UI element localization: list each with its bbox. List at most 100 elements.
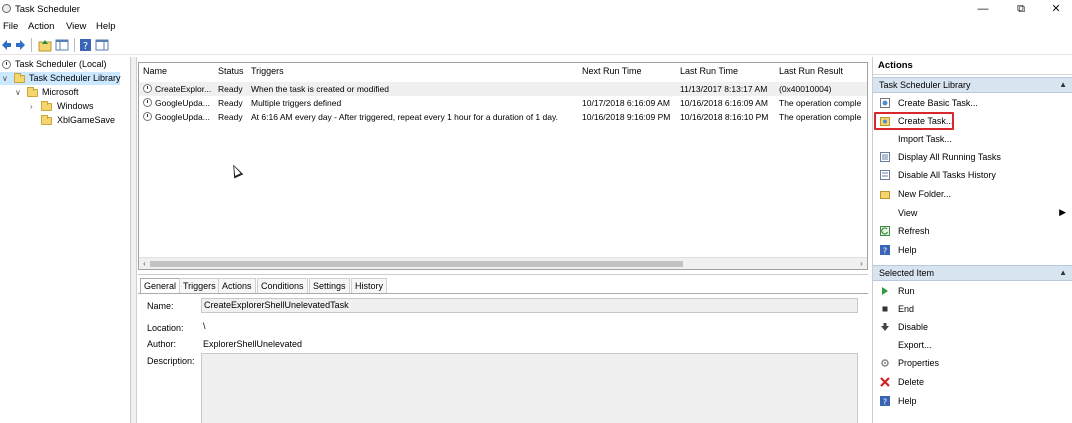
task-status-cell: Ready — [218, 112, 243, 122]
tree-item-label: Microsoft — [42, 87, 79, 97]
task-name-cell: GoogleUpda... — [155, 98, 210, 108]
action-label: Export... — [898, 340, 932, 350]
action-label: Disable — [898, 322, 929, 332]
folder-icon — [880, 191, 890, 199]
author-label: Author: — [147, 339, 177, 349]
column-header-name[interactable]: Name — [143, 66, 167, 76]
action-disable-tasks-history[interactable]: Disable All Tasks History — [873, 166, 1072, 184]
task-last-run-cell: 11/13/2017 8:13:17 AM — [680, 84, 768, 94]
column-header-last-run-result[interactable]: Last Run Result — [779, 66, 843, 76]
column-header-last-run-time[interactable]: Last Run Time — [680, 66, 738, 76]
action-create-basic-task[interactable]: Create Basic Task... — [873, 94, 1072, 112]
task-last-run-cell: 10/16/2018 8:16:10 PM — [680, 112, 769, 122]
author-value: ExplorerShellUnelevated — [203, 339, 303, 349]
help-icon: ? — [880, 245, 890, 255]
close-button[interactable]: ✕ — [1041, 2, 1071, 17]
action-label: Help — [898, 245, 917, 255]
action-label: End — [898, 304, 915, 314]
action-help[interactable]: ? Help — [873, 241, 1072, 259]
scroll-left-icon[interactable]: ‹ — [139, 258, 150, 269]
tab-general[interactable]: General — [140, 278, 181, 293]
action-help-selected[interactable]: ? Help — [873, 392, 1072, 410]
task-status-cell: Ready — [218, 84, 243, 94]
description-label: Description: — [147, 356, 195, 366]
chevron-right-icon[interactable]: › — [30, 100, 33, 113]
task-name-cell: GoogleUpda... — [155, 112, 210, 122]
svg-text:?: ? — [883, 247, 887, 256]
section-task-scheduler-library[interactable]: Task Scheduler Library ▲ — [873, 77, 1072, 93]
tab-settings[interactable]: Settings — [309, 278, 350, 293]
tab-conditions[interactable]: Conditions — [257, 278, 308, 293]
table-row[interactable]: GoogleUpda... Ready Multiple triggers de… — [139, 96, 867, 110]
minimize-button[interactable]: — — [968, 2, 998, 17]
column-header-triggers[interactable]: Triggers — [251, 66, 284, 76]
tree-item-microsoft[interactable]: ∨ Microsoft — [0, 86, 131, 99]
action-view[interactable]: View ▶ — [873, 204, 1072, 222]
tree-item-xblgamesave[interactable]: XblGameSave — [0, 114, 131, 127]
action-disable[interactable]: Disable — [873, 318, 1072, 336]
tab-actions[interactable]: Actions — [218, 278, 256, 293]
menu-action[interactable]: Action — [28, 21, 54, 32]
tab-triggers[interactable]: Triggers — [179, 278, 220, 293]
library-folder-icon — [14, 73, 25, 83]
pane-splitter[interactable] — [131, 57, 137, 423]
action-refresh[interactable]: Refresh — [873, 222, 1072, 240]
action-label: View — [898, 208, 918, 218]
up-folder-icon[interactable] — [38, 38, 52, 52]
action-properties[interactable]: Properties — [873, 354, 1072, 372]
task-result-cell: (0x40010004) — [779, 84, 832, 94]
column-header-status[interactable]: Status — [218, 66, 244, 76]
task-next-run-cell: 10/17/2018 6:16:09 AM — [582, 98, 670, 108]
tree-item-task-scheduler-library[interactable]: ∨ Task Scheduler Library — [0, 72, 121, 85]
scrollbar-thumb[interactable] — [150, 261, 683, 267]
menu-help[interactable]: Help — [96, 21, 116, 32]
action-display-running-tasks[interactable]: Display All Running Tasks — [873, 148, 1072, 166]
table-row[interactable]: GoogleUpda... Ready At 6:16 AM every day… — [139, 110, 867, 124]
task-name-field[interactable]: CreateExplorerShellUnelevatedTask — [201, 298, 858, 313]
task-result-cell: The operation comple — [779, 98, 862, 108]
table-row[interactable]: CreateExplor... Ready When the task is c… — [139, 82, 867, 96]
tree-item-windows[interactable]: › Windows — [0, 100, 131, 113]
forward-arrow-icon[interactable] — [15, 38, 26, 52]
action-label: Create Basic Task... — [898, 98, 978, 108]
menu-view[interactable]: View — [66, 21, 86, 32]
task-name-cell: CreateExplor... — [155, 84, 212, 94]
action-export[interactable]: Export... — [873, 336, 1072, 354]
back-arrow-icon[interactable] — [1, 38, 12, 52]
toolbar-separator — [74, 38, 75, 52]
menu-file[interactable]: File — [3, 21, 18, 32]
show-hide-tree-icon[interactable] — [55, 38, 69, 52]
action-run[interactable]: Run — [873, 282, 1072, 300]
help-icon[interactable]: ? — [79, 38, 92, 52]
action-label: Disable All Tasks History — [898, 170, 996, 180]
show-hide-action-pane-icon[interactable] — [95, 38, 109, 52]
action-label: Help — [898, 396, 917, 406]
section-label: Selected Item — [879, 268, 935, 278]
section-selected-item[interactable]: Selected Item ▲ — [873, 265, 1072, 281]
action-new-folder[interactable]: New Folder... — [873, 185, 1072, 203]
chevron-down-icon[interactable]: ∨ — [15, 86, 21, 99]
description-field[interactable] — [201, 353, 858, 423]
action-import-task[interactable]: Import Task... — [873, 130, 1072, 148]
action-end[interactable]: End — [873, 300, 1072, 318]
maximize-button[interactable]: ⧉ — [1006, 2, 1036, 17]
name-label: Name: — [147, 301, 174, 311]
submenu-arrow-icon: ▶ — [1059, 207, 1066, 217]
action-label: Delete — [898, 377, 925, 387]
horizontal-scrollbar[interactable]: ‹ › — [139, 257, 867, 269]
action-label: Import Task... — [898, 134, 952, 144]
scroll-right-icon[interactable]: › — [856, 258, 867, 269]
collapse-icon[interactable]: ▲ — [1059, 78, 1067, 92]
collapse-icon[interactable]: ▲ — [1059, 266, 1067, 280]
tree-item-task-scheduler-local[interactable]: Task Scheduler (Local) — [0, 58, 131, 71]
chevron-down-icon[interactable]: ∨ — [2, 72, 8, 85]
task-result-cell: The operation comple — [779, 112, 862, 122]
task-scheduler-window: Task Scheduler — ⧉ ✕ File Action View He… — [0, 0, 1072, 423]
column-header-next-run-time[interactable]: Next Run Time — [582, 66, 642, 76]
end-icon — [882, 306, 888, 312]
toolbar: ? — [0, 35, 1072, 55]
action-delete[interactable]: Delete — [873, 373, 1072, 391]
task-last-run-cell: 10/16/2018 6:16:09 AM — [680, 98, 768, 108]
title-bar: Task Scheduler — ⧉ ✕ — [0, 0, 1072, 19]
tab-history[interactable]: History — [351, 278, 388, 293]
